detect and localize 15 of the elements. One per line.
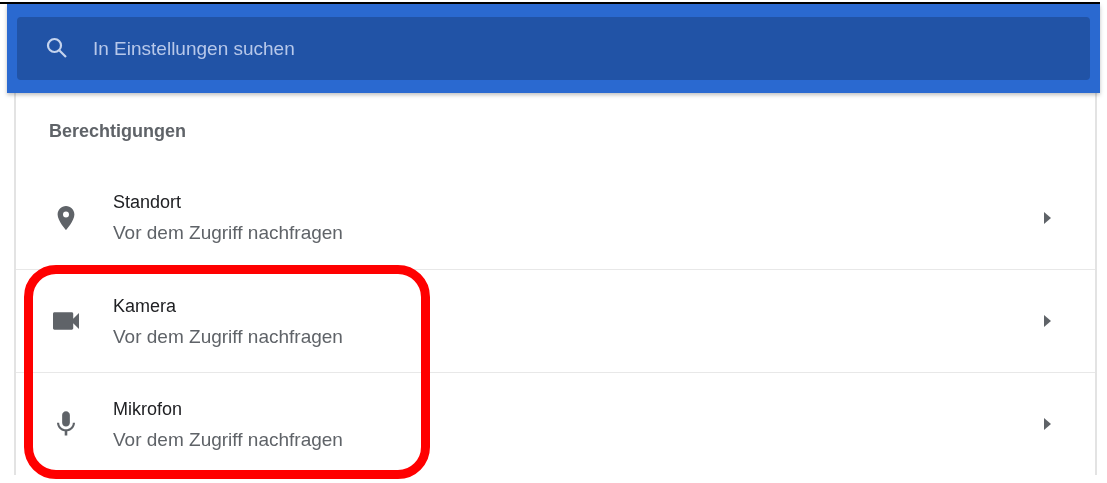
microphone-icon: [57, 411, 75, 437]
search-icon: [45, 36, 69, 60]
video-camera-icon: [53, 312, 79, 330]
section-heading: Berechtigungen: [49, 119, 186, 143]
permission-status: Vor dem Zugriff nachfragen: [113, 221, 344, 245]
chevron-right-icon: [1044, 315, 1051, 327]
search-field[interactable]: In Einstellungen suchen: [17, 17, 1090, 80]
chevron-right-icon: [1044, 211, 1051, 224]
permission-title: Kamera: [113, 294, 178, 318]
permission-title: Mikrofon: [113, 397, 184, 421]
permission-status: Vor dem Zugriff nachfragen: [113, 427, 344, 452]
permission-status: Vor dem Zugriff nachfragen: [113, 324, 344, 349]
location-pin-icon: [57, 205, 75, 230]
chevron-right-icon: [1044, 418, 1051, 430]
permission-title: Standort: [113, 191, 183, 214]
